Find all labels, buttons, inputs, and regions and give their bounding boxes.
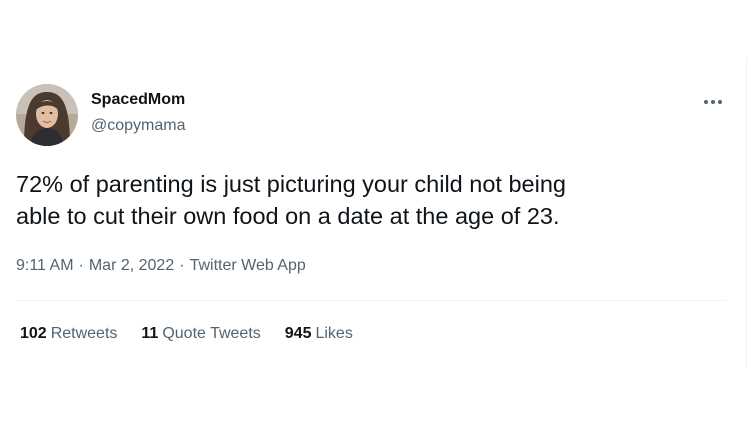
- tweet-text: 72% of parenting is just picturing your …: [16, 171, 566, 229]
- quote-tweets-stat[interactable]: 11 Quote Tweets: [141, 325, 260, 343]
- more-button[interactable]: [696, 90, 730, 114]
- quote-tweets-count: 11: [141, 325, 159, 342]
- divider: [16, 300, 726, 301]
- tweet-source[interactable]: Twitter Web App: [190, 257, 306, 275]
- quote-tweets-label: Quote Tweets: [162, 325, 261, 342]
- likes-stat[interactable]: 945 Likes: [285, 325, 353, 343]
- retweets-count: 102: [20, 325, 47, 342]
- likes-label: Likes: [315, 325, 353, 342]
- retweets-stat[interactable]: 102 Retweets: [20, 325, 117, 343]
- engagement-stats: 102 Retweets 11 Quote Tweets 945 Likes: [20, 325, 377, 343]
- likes-count: 945: [284, 325, 312, 342]
- meta-separator: ·: [179, 257, 185, 274]
- meta-separator: ·: [78, 257, 84, 274]
- user-handle[interactable]: @copymama: [91, 117, 186, 135]
- display-name[interactable]: SpacedMom: [91, 91, 185, 109]
- tweet-card: SpacedMom @copymama 72% of parenting is …: [0, 0, 750, 422]
- avatar[interactable]: [16, 84, 78, 146]
- card-edge: [746, 58, 747, 368]
- tweet-meta: 9:11 AM · Mar 2, 2022 · Twitter Web App: [16, 257, 306, 275]
- retweets-label: Retweets: [50, 325, 118, 342]
- tweet-date[interactable]: Mar 2, 2022: [89, 257, 174, 275]
- user-avatar-photo-icon: [16, 84, 78, 146]
- tweet-time[interactable]: 9:11 AM: [16, 257, 74, 275]
- more-horizontal-icon: [704, 100, 722, 104]
